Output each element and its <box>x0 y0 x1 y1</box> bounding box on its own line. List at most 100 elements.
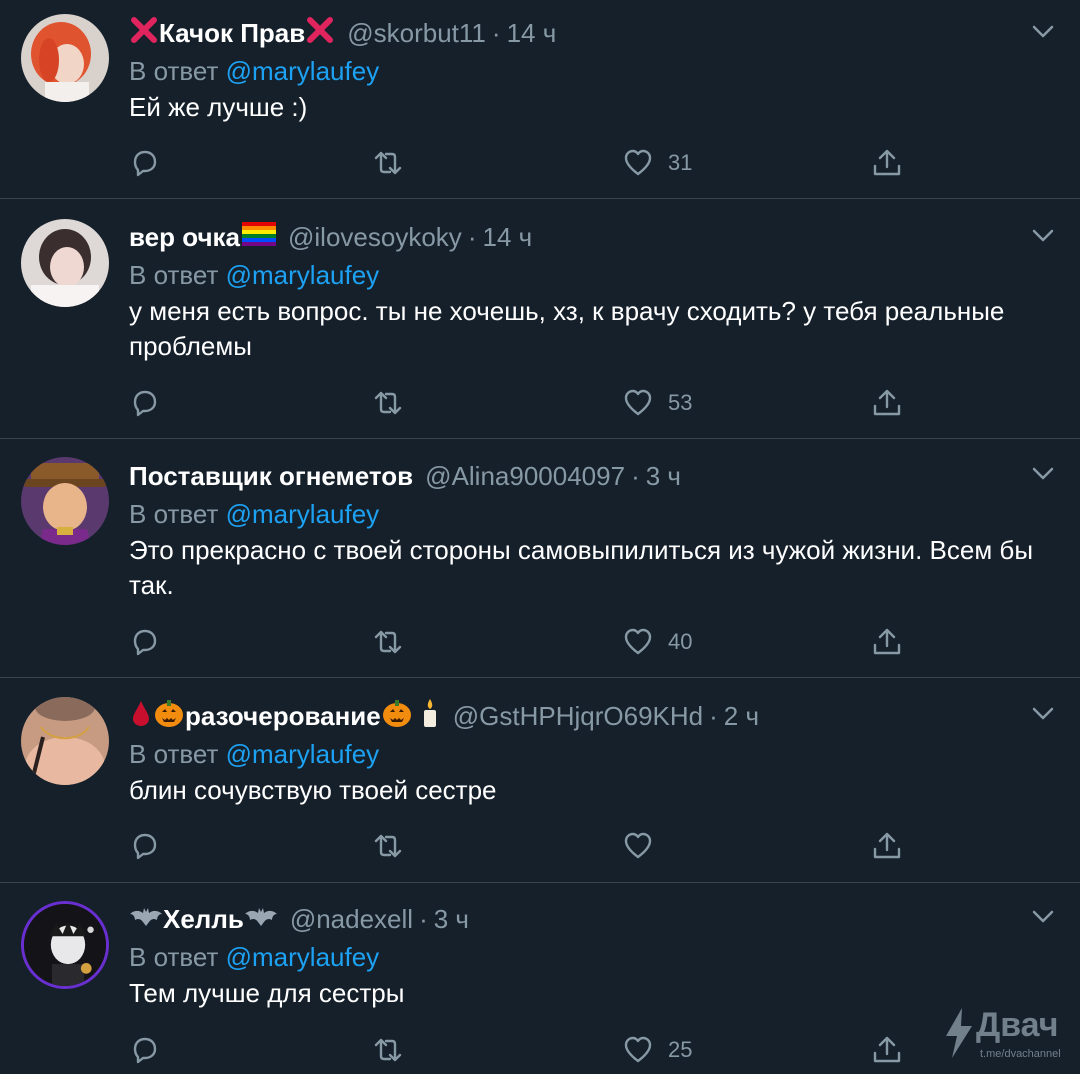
action-bar: 25 <box>129 1030 929 1070</box>
lightning-icon <box>946 1008 972 1058</box>
avatar[interactable] <box>21 697 109 785</box>
timestamp[interactable]: 14 ч <box>507 18 557 49</box>
reply-icon <box>133 833 157 860</box>
reply-prefix: В ответ <box>129 942 219 972</box>
share-button[interactable] <box>871 383 903 423</box>
display-name[interactable]: вер очка <box>129 221 277 253</box>
mention-link[interactable]: @marylaufey <box>226 499 380 529</box>
reply-button[interactable] <box>129 383 161 423</box>
red-cross-icon <box>305 15 335 52</box>
mention-link[interactable]: @marylaufey <box>226 739 380 769</box>
timestamp[interactable]: 3 ч <box>434 904 469 935</box>
separator: · <box>709 700 718 731</box>
tweet-text: Это прекрасно с твоей стороны самовыпили… <box>129 535 1034 600</box>
share-icon <box>873 628 901 655</box>
avatar[interactable] <box>21 457 109 545</box>
share-button[interactable] <box>871 826 903 866</box>
tweet-text: блин сочувствую твоей сестре <box>129 775 497 805</box>
pumpkin-icon <box>153 697 185 736</box>
separator: · <box>491 17 501 48</box>
bat-icon <box>129 904 163 935</box>
tweet[interactable]: Хелль @nadexell · 3 ч В ответ @marylaufe… <box>0 883 1080 1074</box>
share-icon <box>873 389 901 416</box>
chevron-down-icon[interactable] <box>1028 901 1058 931</box>
display-name[interactable]: Хелль <box>129 904 278 935</box>
separator: · <box>631 460 640 491</box>
reply-icon <box>133 150 157 177</box>
tweet-text: Тем лучше для сестры <box>129 978 405 1008</box>
avatar[interactable] <box>21 14 109 102</box>
like-icon <box>624 832 652 859</box>
display-name[interactable]: Поставщик огнеметов <box>129 461 413 492</box>
chevron-down-icon[interactable] <box>1028 698 1058 728</box>
watermark: Двач t.me/dvachannel <box>942 1004 1074 1066</box>
handle[interactable]: @nadexell <box>290 904 413 935</box>
retweet-button[interactable] <box>372 143 404 183</box>
tweet-text: у меня есть вопрос. ты не хочешь, хз, к … <box>129 296 1005 361</box>
like-icon <box>624 628 652 655</box>
share-button[interactable] <box>871 143 903 183</box>
reply-button[interactable] <box>129 826 161 866</box>
tweet-text: Ей же лучше :) <box>129 92 308 122</box>
separator: · <box>467 221 477 252</box>
avatar[interactable] <box>21 219 109 307</box>
share-button[interactable] <box>871 622 903 662</box>
reply-button[interactable] <box>129 143 161 183</box>
retweet-icon <box>374 1038 402 1062</box>
tweet[interactable]: Качок Прав @skorbut11 · 14 ч В ответ @ma… <box>0 0 1080 199</box>
timestamp[interactable]: 14 ч <box>482 222 532 253</box>
retweet-icon <box>374 630 402 654</box>
like-icon <box>624 149 652 176</box>
reply-button[interactable] <box>129 1030 161 1070</box>
like-count: 25 <box>668 1037 693 1062</box>
like-icon <box>624 389 652 416</box>
retweet-button[interactable] <box>372 826 404 866</box>
handle[interactable]: @skorbut11 <box>347 18 486 49</box>
action-bar: 40 <box>129 622 929 662</box>
reply-icon <box>133 629 157 656</box>
retweet-button[interactable] <box>372 383 404 423</box>
chevron-down-icon[interactable] <box>1028 458 1058 488</box>
action-bar: 31 <box>129 143 929 183</box>
tweet[interactable]: Поставщик огнеметов @Alina90004097 · 3 ч… <box>0 439 1080 678</box>
mention-link[interactable]: @marylaufey <box>226 942 380 972</box>
retweet-icon <box>374 391 402 415</box>
retweet-button[interactable] <box>372 622 404 662</box>
reply-prefix: В ответ <box>129 56 219 86</box>
tweet[interactable]: вер очка @ilovesoykoky · 14 ч В ответ @m… <box>0 199 1080 439</box>
timestamp[interactable]: 3 ч <box>646 461 681 492</box>
reply-feed: Качок Прав @skorbut11 · 14 ч В ответ @ma… <box>0 0 1080 1074</box>
reply-icon <box>133 390 157 417</box>
reply-context: В ответ @marylaufey <box>129 735 1050 773</box>
like-button[interactable]: 53 <box>622 383 692 423</box>
avatar[interactable] <box>21 901 109 989</box>
display-name[interactable]: Качок Прав <box>129 15 335 52</box>
reply-context: В ответ @marylaufey <box>129 52 1050 90</box>
rainbow-flag-icon <box>242 221 277 253</box>
chevron-down-icon[interactable] <box>1028 16 1058 46</box>
timestamp[interactable]: 2 ч <box>724 701 759 732</box>
handle[interactable]: @ilovesoykoky <box>288 222 462 253</box>
red-cross-icon <box>129 15 159 52</box>
like-button[interactable]: 31 <box>622 143 692 183</box>
retweet-button[interactable] <box>372 1030 404 1070</box>
share-button[interactable] <box>871 1030 903 1070</box>
like-button[interactable]: 25 <box>622 1030 692 1070</box>
tweet[interactable]: разочерование @GstHPHjqrO69KHd · 2 ч В о… <box>0 678 1080 883</box>
like-button[interactable] <box>622 826 668 866</box>
separator: · <box>419 903 428 934</box>
handle[interactable]: @GstHPHjqrO69KHd <box>453 701 703 732</box>
share-icon <box>873 832 901 859</box>
mention-link[interactable]: @marylaufey <box>226 56 380 86</box>
pumpkin-icon <box>381 697 413 736</box>
reply-context: В ответ @marylaufey <box>129 495 1050 533</box>
chevron-down-icon[interactable] <box>1028 220 1058 250</box>
like-button[interactable]: 40 <box>622 622 692 662</box>
reply-context: В ответ @marylaufey <box>129 938 1050 976</box>
action-bar: 53 <box>129 383 929 423</box>
like-count: 53 <box>668 390 693 415</box>
handle[interactable]: @Alina90004097 <box>425 461 625 492</box>
reply-button[interactable] <box>129 622 161 662</box>
mention-link[interactable]: @marylaufey <box>226 260 380 290</box>
display-name[interactable]: разочерование <box>129 697 441 736</box>
